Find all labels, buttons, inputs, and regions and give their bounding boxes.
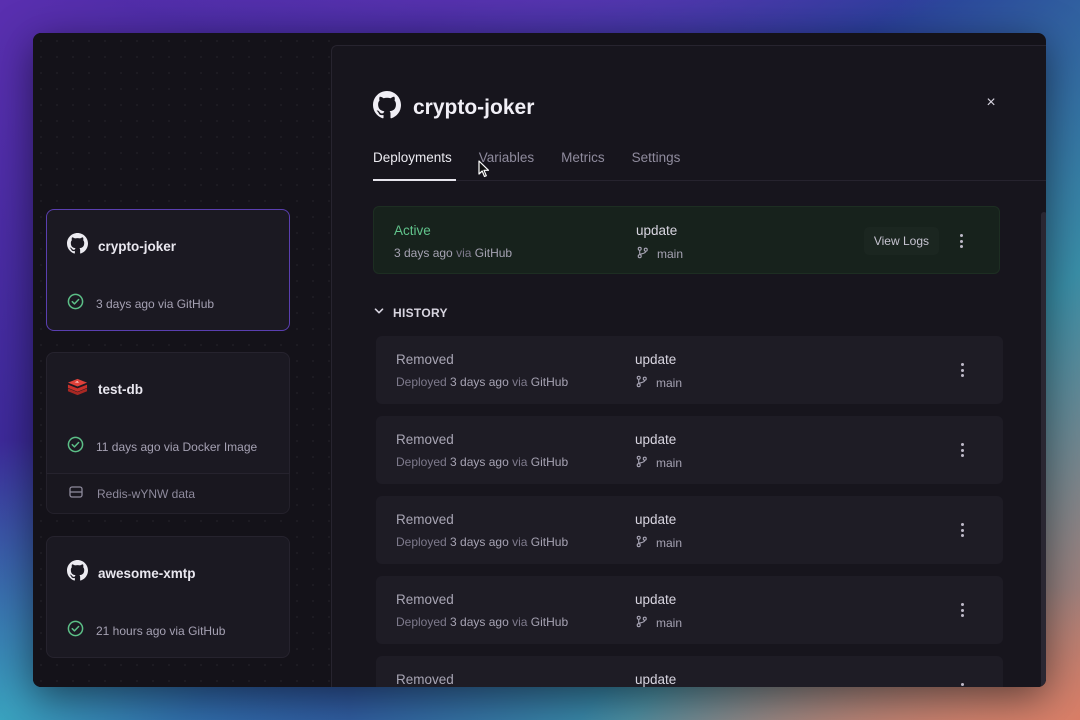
commit-message: update [635, 352, 677, 367]
deployment-source: GitHub [474, 246, 513, 260]
branch-info: main [635, 615, 682, 631]
git-branch-icon [635, 455, 648, 471]
deployment-via: via [456, 246, 472, 260]
history-deployment-card[interactable]: Removed Deployed 3 days ago via GitHub u… [376, 496, 1003, 564]
panel-header: crypto-joker [373, 91, 534, 124]
service-status: 11 days ago via Docker Image [96, 440, 258, 454]
deployment-meta: Deployed 3 days ago via GitHub [396, 535, 568, 549]
branch-info: main [635, 455, 682, 471]
more-options-icon[interactable] [954, 440, 970, 460]
check-circle-icon [67, 620, 84, 642]
deployment-time: 3 days ago [450, 535, 509, 549]
deployment-prefix: Deployed [396, 375, 447, 389]
app-window: crypto-joker 3 days ago via GitHub test-… [33, 33, 1046, 687]
check-circle-icon [67, 293, 84, 315]
deployment-prefix: Deployed [396, 455, 447, 469]
history-deployment-card[interactable]: Removed Deployed 3 days ago via GitHub u… [376, 336, 1003, 404]
branch-name: main [656, 536, 683, 550]
deployment-time: 3 days ago [394, 246, 453, 260]
deployment-time: 3 days ago [450, 615, 509, 629]
service-card-test-db[interactable]: test-db 11 days ago via Docker Image [46, 352, 290, 474]
deployment-meta: 3 days ago via GitHub [394, 246, 512, 260]
commit-message: update [635, 672, 677, 687]
service-card-crypto-joker[interactable]: crypto-joker 3 days ago via GitHub [46, 209, 290, 331]
branch-name: main [656, 456, 683, 470]
more-options-icon[interactable] [953, 231, 969, 251]
deployment-source: GitHub [530, 455, 569, 469]
deployment-status: Removed [396, 672, 454, 687]
history-deployment-card[interactable]: Removed Deployed 3 days ago via GitHub u… [376, 416, 1003, 484]
deployment-meta: Deployed 3 days ago via GitHub [396, 455, 568, 469]
commit-message: update [635, 592, 677, 607]
deployment-via: via [512, 375, 528, 389]
deployment-via: via [512, 615, 528, 629]
git-branch-icon [636, 246, 649, 262]
deployment-status: Removed [396, 512, 454, 527]
deployment-via: via [512, 455, 528, 469]
deployment-meta: Deployed 3 days ago via GitHub [396, 375, 568, 389]
deployment-source: GitHub [530, 615, 569, 629]
history-toggle[interactable]: HISTORY [373, 304, 448, 322]
github-icon [67, 560, 88, 586]
view-logs-button[interactable]: View Logs [863, 227, 939, 255]
service-name: awesome-xmtp [98, 565, 196, 581]
deployment-status: Removed [396, 432, 454, 447]
history-label: HISTORY [393, 306, 448, 320]
commit-message: update [635, 512, 677, 527]
panel-title: crypto-joker [413, 95, 535, 119]
project-canvas: crypto-joker 3 days ago via GitHub test-… [33, 33, 333, 687]
history-deployment-card[interactable]: Removed Deployed 3 days ago via GitHub u… [376, 576, 1003, 644]
service-name: crypto-joker [98, 238, 177, 254]
chevron-down-icon [373, 304, 385, 322]
volume-row[interactable]: Redis-wYNW data [46, 474, 290, 514]
tab-bar: Deployments Variables Metrics Settings [373, 150, 1046, 181]
service-status: 3 days ago via GitHub [96, 297, 215, 311]
deployment-status: Active [394, 223, 431, 238]
tab-settings[interactable]: Settings [632, 150, 681, 180]
more-options-icon[interactable] [954, 600, 970, 620]
github-icon [67, 233, 88, 259]
tab-metrics[interactable]: Metrics [561, 150, 605, 180]
active-deployment-card[interactable]: Active 3 days ago via GitHub update main… [373, 206, 1000, 274]
commit-message: update [635, 432, 677, 447]
close-button[interactable]: × [981, 93, 1001, 113]
deployment-via: via [512, 535, 528, 549]
branch-info: main [635, 535, 682, 551]
deployment-time: 3 days ago [450, 455, 509, 469]
check-circle-icon [67, 436, 84, 458]
branch-name: main [657, 247, 684, 261]
deployment-prefix: Deployed [396, 615, 447, 629]
service-status: 21 hours ago via GitHub [96, 624, 226, 638]
git-branch-icon [635, 535, 648, 551]
branch-info: main [636, 246, 683, 262]
branch-info: main [635, 375, 682, 391]
service-detail-panel: crypto-joker × Deployments Variables Met… [331, 45, 1046, 687]
git-branch-icon [635, 375, 648, 391]
deployment-source: GitHub [530, 375, 569, 389]
tab-deployments[interactable]: Deployments [373, 150, 456, 181]
deployment-prefix: Deployed [396, 535, 447, 549]
branch-name: main [656, 616, 683, 630]
service-name: test-db [98, 381, 143, 397]
deployment-status: Removed [396, 592, 454, 607]
mouse-pointer-icon [478, 160, 490, 183]
more-options-icon[interactable] [954, 520, 970, 540]
history-deployment-card[interactable]: Removed update [376, 656, 1003, 687]
database-icon [69, 485, 83, 503]
git-branch-icon [635, 615, 648, 631]
branch-name: main [656, 376, 683, 390]
redis-icon [67, 376, 88, 402]
more-options-icon[interactable] [954, 680, 970, 687]
more-options-icon[interactable] [954, 360, 970, 380]
service-card-awesome-xmtp[interactable]: awesome-xmtp 21 hours ago via GitHub [46, 536, 290, 658]
deployment-status: Removed [396, 352, 454, 367]
deployment-time: 3 days ago [450, 375, 509, 389]
scrollbar[interactable] [1041, 212, 1046, 687]
volume-name: Redis-wYNW data [97, 486, 196, 501]
commit-message: update [636, 223, 678, 238]
github-icon [373, 91, 401, 124]
deployment-source: GitHub [530, 535, 569, 549]
deployment-meta: Deployed 3 days ago via GitHub [396, 615, 568, 629]
